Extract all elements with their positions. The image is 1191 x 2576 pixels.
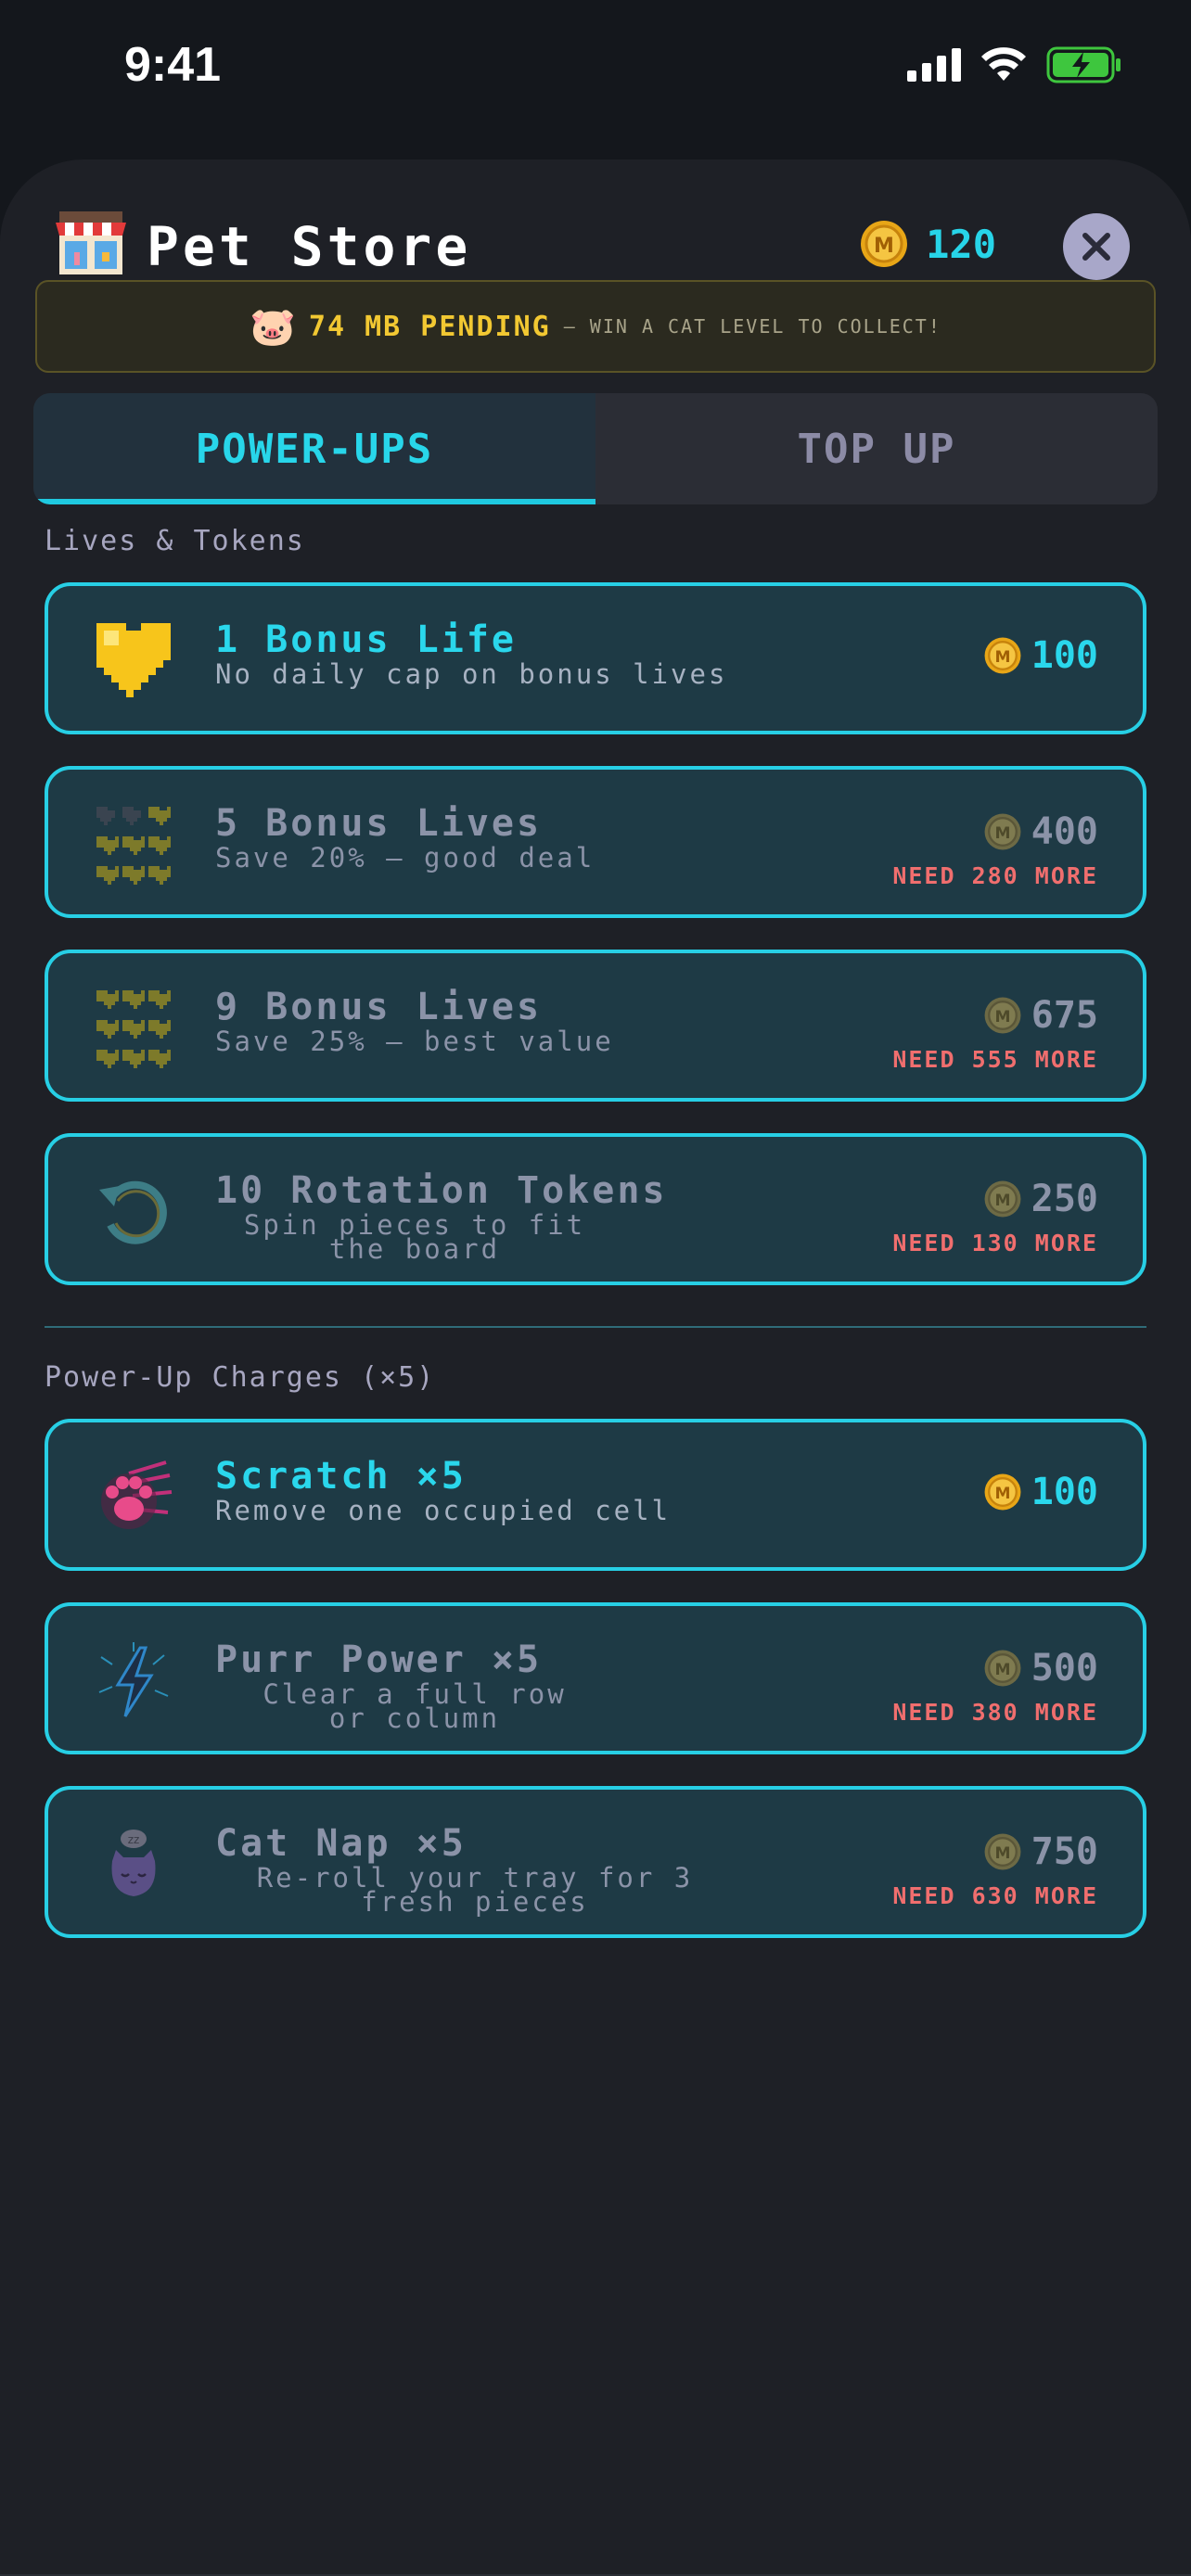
item-price-value: 750 (1031, 1830, 1098, 1873)
paw-scratch-icon (89, 1452, 178, 1541)
item-desc: Re-roll your tray for 3 fresh pieces (215, 1865, 735, 1916)
status-icons (907, 46, 1122, 83)
svg-text:zz: zz (128, 1833, 140, 1846)
close-icon (1082, 233, 1110, 261)
sleeping-cat-icon: zz (89, 1819, 178, 1908)
item-text: 9 Bonus Lives Save 25% — best value (215, 986, 772, 1057)
svg-text:M: M (874, 235, 894, 258)
svg-text:M: M (994, 1485, 1010, 1503)
coin-icon: M (984, 1180, 1021, 1218)
item-desc: Save 25% — best value (215, 1026, 614, 1057)
store-tabs: POWER-UPS TOP UP (33, 393, 1158, 504)
tab-top-up[interactable]: TOP UP (596, 393, 1158, 504)
item-card-5-bonus-lives[interactable]: 5 Bonus Lives Save 20% — good deal M 400… (45, 766, 1146, 918)
item-name: 10 Rotation Tokens (215, 1169, 668, 1212)
status-bar: 9:41 (0, 0, 1191, 139)
svg-text:M: M (994, 1008, 1010, 1027)
item-card-9-bonus-lives[interactable]: 9 Bonus Lives Save 25% — best value M 67… (45, 950, 1146, 1102)
item-desc: Save 20% — good deal (215, 842, 596, 874)
tab-power-ups[interactable]: POWER-UPS (33, 393, 596, 504)
svg-text:M: M (994, 1661, 1010, 1679)
item-desc: Remove one occupied cell (215, 1495, 672, 1526)
pending-amount: 74 MB PENDING (308, 310, 551, 343)
svg-text:M: M (994, 648, 1010, 667)
coin-icon: M (984, 637, 1021, 674)
item-price: M 100 (983, 1471, 1098, 1513)
item-name: Cat Nap ×5 (215, 1822, 467, 1865)
svg-text:M: M (994, 1844, 1010, 1863)
item-text: 5 Bonus Lives Save 20% — good deal (215, 802, 772, 874)
page-title: Pet Store (147, 215, 472, 278)
need-more-label: NEED 280 MORE (892, 862, 1098, 889)
clock: 9:41 (124, 38, 222, 92)
item-price-value: 500 (1031, 1647, 1098, 1690)
wifi-icon (981, 47, 1026, 81)
item-name: 1 Bonus Life (215, 618, 517, 661)
need-more-label: NEED 555 MORE (892, 1046, 1098, 1073)
rotate-icon (89, 1167, 178, 1256)
item-desc: No daily cap on bonus lives (215, 658, 728, 690)
gold-heart-icon (89, 616, 178, 705)
item-text: Scratch ×5 Remove one occupied cell (215, 1455, 772, 1526)
pending-hint: — WIN A CAT LEVEL TO COLLECT! (563, 315, 941, 338)
item-price: M 675 (983, 994, 1098, 1037)
item-text: Purr Power ×5 Clear a full row or column (215, 1639, 772, 1732)
coin-icon: M (984, 1650, 1021, 1687)
need-more-label: NEED 380 MORE (892, 1699, 1098, 1726)
item-text: 10 Rotation Tokens Spin pieces to fit th… (215, 1169, 772, 1263)
coin-balance-value: 120 (926, 221, 996, 267)
item-name: Scratch ×5 (215, 1455, 467, 1498)
item-price: M 750 (983, 1830, 1098, 1873)
item-desc: Spin pieces to fit the board (215, 1212, 614, 1263)
coin-icon: M (984, 813, 1021, 850)
item-name: 9 Bonus Lives (215, 986, 543, 1028)
item-price-value: 100 (1031, 634, 1098, 677)
item-price: M 100 (983, 634, 1098, 677)
coin-icon: M (984, 997, 1021, 1034)
item-card-rotation-tokens[interactable]: 10 Rotation Tokens Spin pieces to fit th… (45, 1133, 1146, 1285)
item-card-purr-power[interactable]: Purr Power ×5 Clear a full row or column… (45, 1602, 1146, 1754)
item-name: Purr Power ×5 (215, 1639, 543, 1681)
section-label-lives: Lives & Tokens (45, 525, 305, 557)
item-price: M 400 (983, 810, 1098, 853)
item-price-value: 100 (1031, 1471, 1098, 1513)
battery-charging-icon (1046, 46, 1121, 83)
pet-store-sheet: Pet Store M 120 🐷 74 MB PENDING — WIN A … (0, 159, 1191, 2576)
nine-hearts-icon (89, 983, 178, 1072)
pig-icon: 🐷 (250, 305, 296, 349)
item-price: M 500 (983, 1647, 1098, 1690)
store-icon (56, 211, 126, 274)
five-hearts-icon (89, 799, 178, 888)
section-label-charges: Power-Up Charges (×5) (45, 1361, 436, 1394)
item-card-scratch[interactable]: Scratch ×5 Remove one occupied cell M 10… (45, 1419, 1146, 1571)
cellular-signal-icon (907, 48, 961, 82)
item-price-value: 250 (1031, 1178, 1098, 1220)
coin-balance: M 120 (859, 219, 996, 269)
svg-text:M: M (994, 1192, 1010, 1210)
close-button[interactable] (1063, 213, 1130, 280)
item-price: M 250 (983, 1178, 1098, 1220)
item-text: Cat Nap ×5 Re-roll your tray for 3 fresh… (215, 1822, 772, 1916)
svg-text:M: M (994, 824, 1010, 843)
item-price-value: 675 (1031, 994, 1098, 1037)
pending-banner: 🐷 74 MB PENDING — WIN A CAT LEVEL TO COL… (35, 280, 1156, 373)
coin-icon: M (984, 1833, 1021, 1870)
coin-icon: M (861, 221, 908, 267)
item-name: 5 Bonus Lives (215, 802, 543, 845)
item-desc: Clear a full row or column (215, 1681, 614, 1732)
need-more-label: NEED 630 MORE (892, 1882, 1098, 1909)
item-card-cat-nap[interactable]: zz Cat Nap ×5 Re-roll your tray for 3 fr… (45, 1786, 1146, 1938)
lightning-icon (89, 1636, 178, 1725)
item-card-1-bonus-life[interactable]: 1 Bonus Life No daily cap on bonus lives… (45, 582, 1146, 734)
need-more-label: NEED 130 MORE (892, 1230, 1098, 1256)
coin-icon: M (984, 1473, 1021, 1511)
item-price-value: 400 (1031, 810, 1098, 853)
section-divider (45, 1326, 1146, 1328)
item-text: 1 Bonus Life No daily cap on bonus lives (215, 618, 772, 690)
